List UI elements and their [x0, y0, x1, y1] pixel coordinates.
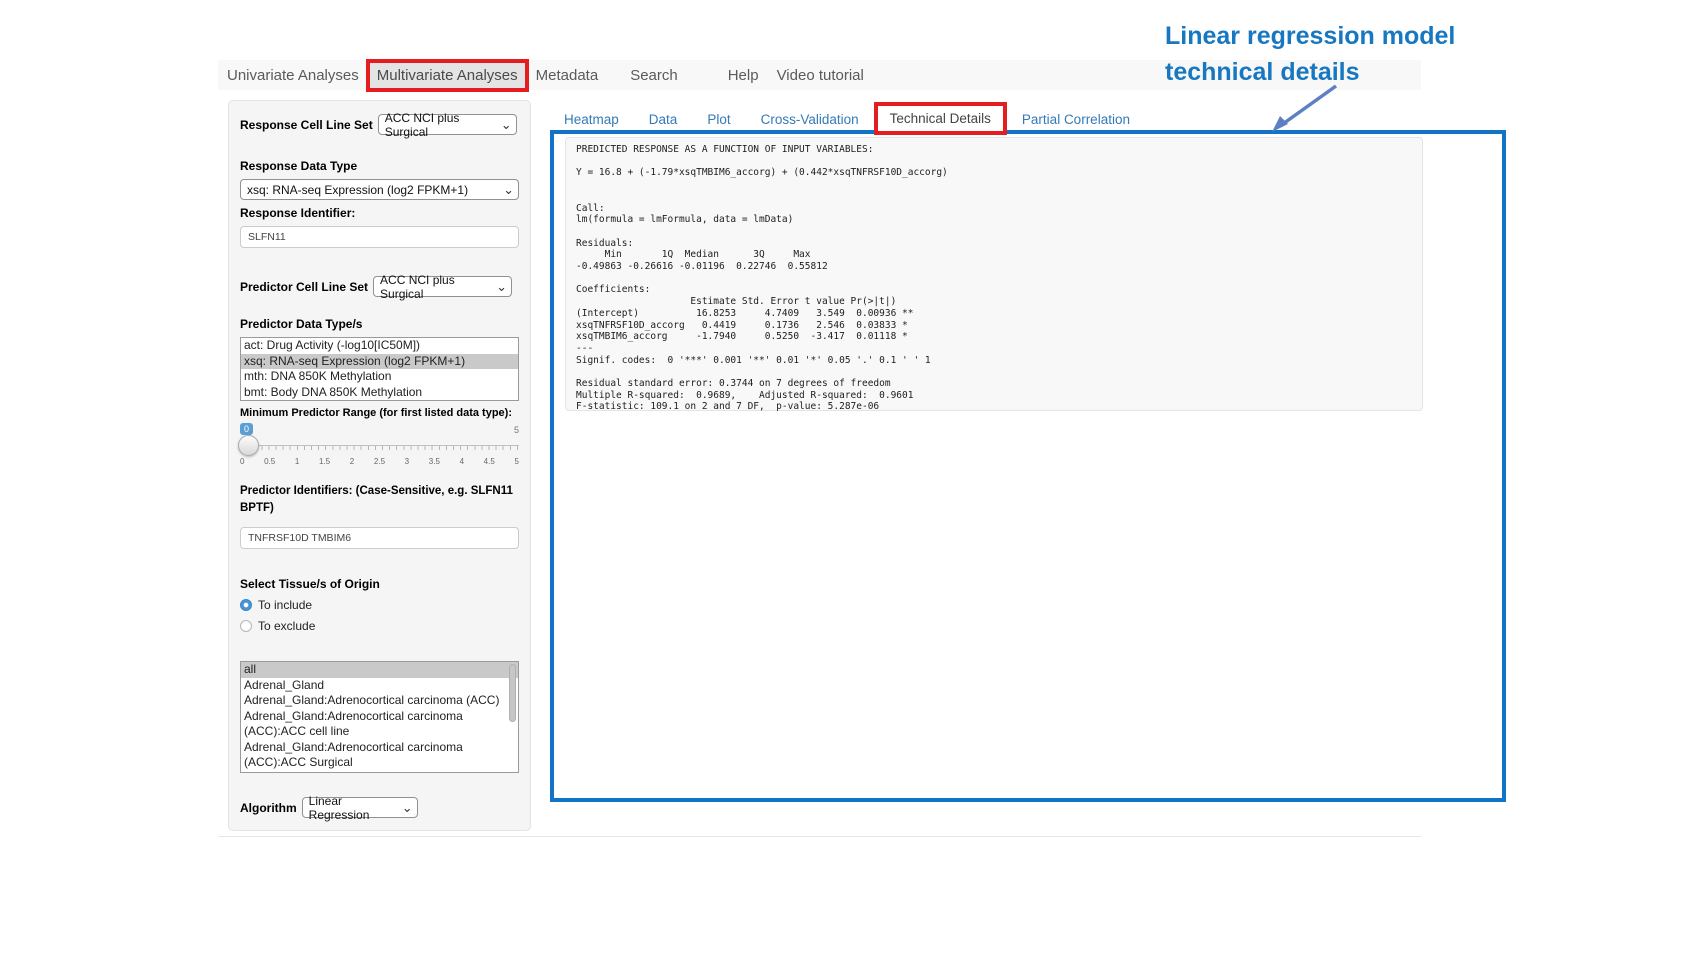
page: Univariate Analyses Multivariate Analyse…	[0, 0, 1700, 956]
tab-heatmap[interactable]: Heatmap	[552, 105, 631, 134]
tick: 2	[350, 457, 354, 466]
radio-unselected-icon	[240, 620, 252, 632]
listbox-option[interactable]: mth: DNA 850K Methylation	[241, 369, 518, 385]
predictor-cell-line-set-select[interactable]: ACC NCI plus Surgical ⌄	[373, 276, 512, 297]
tab-plot[interactable]: Plot	[695, 105, 742, 134]
nav-metadata[interactable]: Metadata	[527, 62, 608, 89]
tab-technical-details-label: Technical Details	[890, 111, 991, 126]
tick: 0.5	[264, 457, 275, 466]
annotation-callout-line1: Linear regression model	[1165, 18, 1455, 54]
tick: 3	[405, 457, 409, 466]
technical-details-panel: PREDICTED RESPONSE AS A FUNCTION OF INPU…	[565, 137, 1423, 411]
slider-value-badge: 0	[240, 423, 253, 435]
listbox-option[interactable]: Adrenal_Gland	[241, 678, 518, 694]
sidebar-form: Response Cell Line Set ACC NCI plus Surg…	[228, 100, 531, 831]
tissue-origin-label: Select Tissue/s of Origin	[240, 577, 519, 591]
listbox-option[interactable]: Adrenal_Gland:Adrenocortical carcinoma (…	[241, 740, 518, 771]
listbox-option[interactable]: act: Drug Activity (-log10[IC50M])	[241, 338, 518, 354]
lm-summary-output: PREDICTED RESPONSE AS A FUNCTION OF INPU…	[576, 144, 1412, 413]
tick: 1	[295, 457, 299, 466]
chevron-down-icon: ⌄	[396, 803, 413, 813]
response-data-type-value: xsq: RNA-seq Expression (log2 FPKM+1)	[247, 183, 468, 197]
slider-tickmarks	[240, 446, 519, 450]
radio-to-include[interactable]: To include	[240, 598, 519, 612]
listbox-option[interactable]: Adrenal_Gland:Adrenocortical carcinoma (…	[241, 693, 518, 709]
predictor-identifiers-input[interactable]	[240, 527, 519, 549]
tab-cross-validation[interactable]: Cross-Validation	[749, 105, 871, 134]
algorithm-label: Algorithm	[240, 801, 297, 815]
radio-to-exclude-label: To exclude	[258, 619, 315, 633]
nav-univariate-analyses[interactable]: Univariate Analyses	[218, 62, 368, 89]
min-predictor-range-slider: 0 5 0 0.5 1 1.5 2 2.5 3 3.5 4 4.5 5	[240, 423, 519, 473]
tick: 3.5	[429, 457, 440, 466]
chevron-down-icon: ⌄	[497, 185, 514, 195]
radio-to-exclude[interactable]: To exclude	[240, 619, 519, 633]
tick: 5	[514, 457, 518, 466]
response-cell-line-set-select[interactable]: ACC NCI plus Surgical ⌄	[378, 114, 517, 135]
tab-partial-correlation[interactable]: Partial Correlation	[1010, 105, 1142, 134]
response-cell-line-set-value: ACC NCI plus Surgical	[385, 111, 495, 139]
annotation-arrow-icon	[1240, 78, 1360, 142]
tissue-listbox: all Adrenal_Gland Adrenal_Gland:Adrenoco…	[240, 661, 519, 773]
bottom-divider	[218, 836, 1421, 837]
listbox-option[interactable]: bmt: Body DNA 850K Methylation	[241, 385, 518, 401]
response-cell-line-set-label: Response Cell Line Set	[240, 118, 373, 132]
response-identifier-input[interactable]	[240, 226, 519, 248]
predictor-data-types-label: Predictor Data Type/s	[240, 317, 519, 331]
nav-search[interactable]: Search	[621, 62, 687, 89]
scrollbar	[509, 664, 517, 768]
chevron-down-icon: ⌄	[495, 120, 512, 130]
results-tabbar: Heatmap Data Plot Cross-Validation Techn…	[552, 103, 1142, 134]
predictor-identifiers-label: Predictor Identifiers: (Case-Sensitive, …	[240, 483, 522, 517]
listbox-option-selected[interactable]: all	[241, 662, 518, 678]
nav-multivariate-label: Multivariate Analyses	[377, 67, 518, 84]
nav-multivariate-analyses[interactable]: Multivariate Analyses	[368, 62, 527, 89]
tick: 1.5	[319, 457, 330, 466]
tick: 4.5	[484, 457, 495, 466]
radio-selected-icon	[240, 599, 252, 611]
algorithm-value: Linear Regression	[309, 794, 396, 822]
listbox-option[interactable]: Adrenal_Gland:Adrenocortical carcinoma (…	[241, 709, 518, 740]
radio-to-include-label: To include	[258, 598, 312, 612]
slider-handle[interactable]	[238, 435, 259, 456]
listbox-option-selected[interactable]: xsq: RNA-seq Expression (log2 FPKM+1)	[241, 354, 518, 370]
predictor-data-types-listbox: act: Drug Activity (-log10[IC50M]) xsq: …	[240, 337, 519, 401]
nav-video-tutorial[interactable]: Video tutorial	[768, 62, 873, 89]
response-data-type-label: Response Data Type	[240, 159, 519, 173]
tick: 0	[240, 457, 244, 466]
predictor-cell-line-set-label: Predictor Cell Line Set	[240, 280, 368, 294]
tick: 4	[460, 457, 464, 466]
tab-technical-details[interactable]: Technical Details	[877, 103, 1004, 134]
algorithm-select[interactable]: Linear Regression ⌄	[302, 797, 418, 818]
predictor-cell-line-set-value: ACC NCI plus Surgical	[380, 273, 490, 301]
chevron-down-icon: ⌄	[490, 282, 507, 292]
response-identifier-label: Response Identifier:	[240, 206, 519, 220]
scrollbar-thumb[interactable]	[509, 664, 516, 722]
response-data-type-select[interactable]: xsq: RNA-seq Expression (log2 FPKM+1) ⌄	[240, 179, 519, 200]
tab-data[interactable]: Data	[637, 105, 690, 134]
slider-max-label: 5	[514, 425, 519, 435]
tick: 2.5	[374, 457, 385, 466]
min-predictor-range-label: Minimum Predictor Range (for first liste…	[240, 407, 519, 419]
nav-help[interactable]: Help	[719, 62, 768, 89]
slider-tick-labels: 0 0.5 1 1.5 2 2.5 3 3.5 4 4.5 5	[240, 457, 519, 466]
